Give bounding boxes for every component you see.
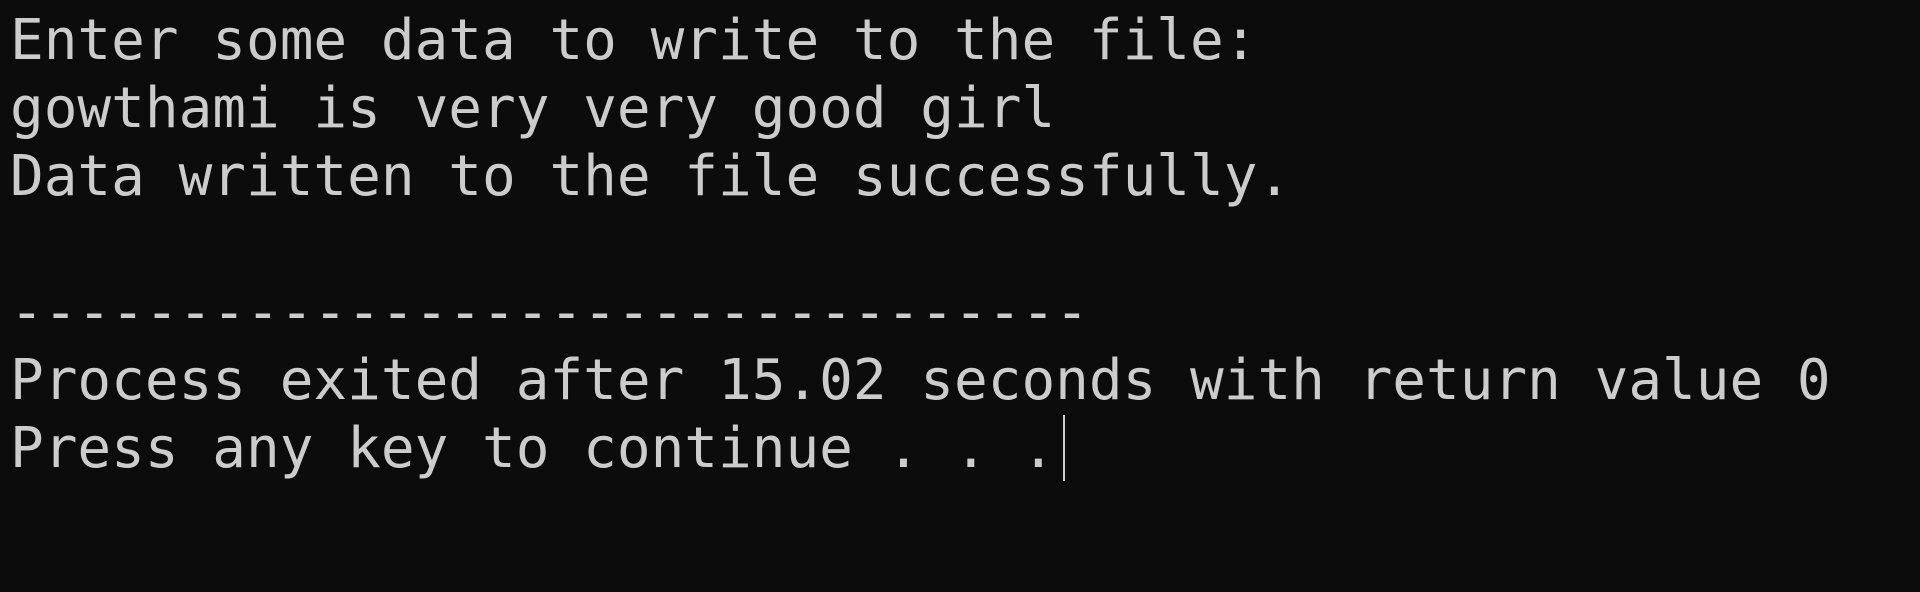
text-cursor [1063, 415, 1066, 481]
user-input-line: gowthami is very very good girl [10, 76, 1056, 141]
prompt-line: Enter some data to write to the file: [10, 8, 1258, 73]
process-exit-line: Process exited after 15.02 seconds with … [10, 348, 1831, 413]
continue-prompt-line: Press any key to continue . . . [10, 416, 1056, 481]
console-window[interactable]: Enter some data to write to the file: gow… [0, 0, 1920, 592]
continue-prompt-row: Press any key to continue . . . [10, 415, 1920, 483]
success-message-line: Data written to the file successfully. [10, 144, 1292, 209]
separator-line: -------------------------------- [10, 280, 1089, 345]
